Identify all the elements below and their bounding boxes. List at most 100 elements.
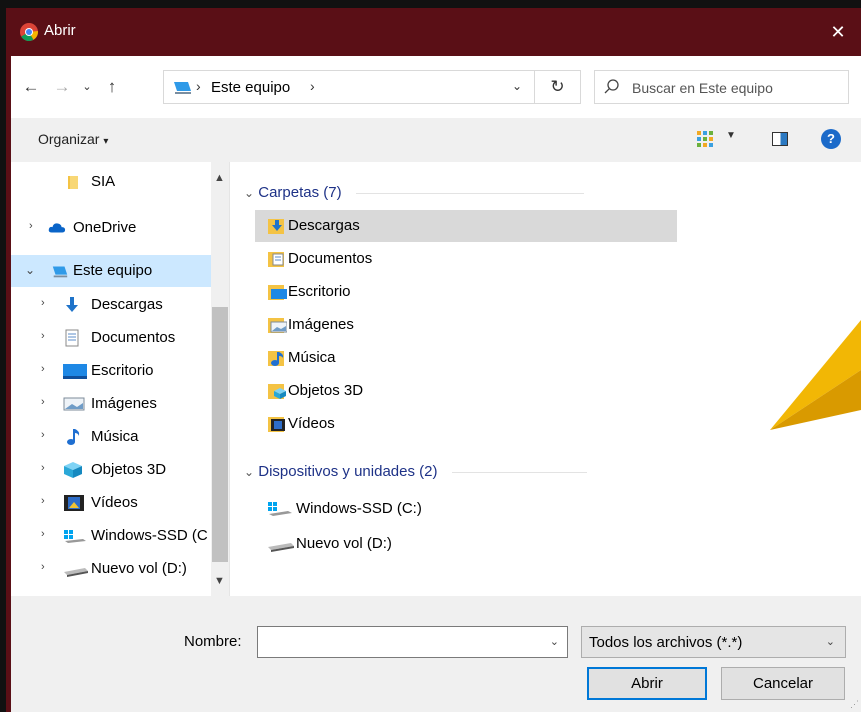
chevron-right-icon[interactable]: › — [41, 495, 45, 507]
chevron-down-icon[interactable]: ⌄ — [550, 635, 559, 648]
music-folder-icon — [268, 351, 284, 366]
sidebar-item-label: Objetos 3D — [91, 461, 167, 478]
sidebar-item-descargas[interactable]: › Descargas — [11, 289, 211, 321]
folder-item-musica[interactable]: Música — [255, 342, 677, 374]
sidebar-item-onedrive[interactable]: › OneDrive — [11, 212, 211, 244]
back-arrow-icon[interactable]: ← — [18, 74, 44, 100]
help-icon[interactable]: ? — [821, 129, 841, 149]
search-icon — [604, 79, 619, 94]
sidebar-item-label: Escritorio — [91, 362, 154, 379]
recent-locations-chevron-icon[interactable]: ⌄ — [74, 74, 100, 100]
desktop-icon — [63, 364, 87, 379]
filename-combobox[interactable]: ⌄ — [257, 626, 568, 658]
pictures-folder-icon — [268, 318, 287, 333]
computer-icon — [174, 82, 191, 94]
navigation-scrollbar[interactable]: ▲ ▼ — [211, 162, 229, 596]
chevron-right-icon[interactable]: › — [41, 396, 45, 408]
preview-pane-icon[interactable] — [772, 132, 788, 146]
navigation-bar: ← → ⌄ ↑ › Este equipo › ⌄ ↻ — [6, 56, 861, 118]
chevron-right-icon[interactable]: › — [29, 220, 33, 232]
windows-drive-icon — [64, 530, 86, 543]
scroll-up-icon[interactable]: ▲ — [214, 172, 225, 184]
dialog-footer: Nombre: ⌄ Todos los archivos (*.*) ⌄ Abr… — [11, 596, 861, 712]
sidebar-item-windows-ssd[interactable]: › Windows-SSD (C — [11, 520, 211, 552]
close-icon[interactable]: ✕ — [825, 19, 851, 45]
videos-folder-icon — [268, 417, 285, 432]
drive-item-nuevo-vol[interactable]: Nuevo vol (D:) — [255, 528, 677, 560]
filetype-value: Todos los archivos (*.*) — [589, 634, 743, 651]
desktop-folder-icon — [268, 285, 287, 300]
group-divider — [451, 471, 587, 473]
scroll-down-icon[interactable]: ▼ — [214, 575, 225, 587]
sidebar-item-musica[interactable]: › Música — [11, 421, 211, 453]
sidebar-item-label: Este equipo — [73, 262, 153, 279]
cancel-button[interactable]: Cancelar — [721, 667, 845, 700]
sidebar-item-label: Imágenes — [91, 395, 157, 412]
music-icon — [67, 429, 80, 445]
open-button[interactable]: Abrir — [587, 667, 707, 700]
organize-menu-button[interactable]: Organizar ▾ — [38, 131, 108, 147]
sidebar-item-this-pc[interactable]: ⌄ Este equipo — [11, 255, 211, 287]
search-input[interactable] — [630, 77, 844, 99]
chevron-right-icon[interactable]: › — [41, 297, 45, 309]
folder-item-descargas[interactable]: Descargas — [255, 210, 677, 242]
sidebar-item-objetos-3d[interactable]: › Objetos 3D — [11, 454, 211, 486]
sidebar-item-nuevo-vol[interactable]: › Nuevo vol (D:) — [11, 553, 211, 585]
folder-item-label: Descargas — [288, 217, 360, 234]
folder-item-label: Documentos — [288, 250, 373, 267]
folder-item-imagenes[interactable]: Imágenes — [255, 309, 677, 341]
group-header-label: Carpetas (7) — [258, 184, 342, 201]
folder-item-objetos-3d[interactable]: Objetos 3D — [255, 375, 677, 407]
chevron-right-icon[interactable]: › — [41, 363, 45, 375]
resize-grip-icon[interactable]: ⋰ — [850, 699, 859, 710]
refresh-button[interactable]: ↻ — [535, 70, 581, 104]
dropdown-arrow-icon: ▾ — [103, 136, 109, 147]
filename-label: Nombre: — [184, 633, 242, 650]
view-dropdown-icon[interactable]: ▼ — [726, 130, 736, 141]
group-header-folders[interactable]: ⌄ Carpetas (7) — [244, 184, 584, 206]
computer-icon — [52, 266, 68, 278]
group-divider — [355, 192, 584, 194]
chevron-right-icon[interactable]: › — [41, 330, 45, 342]
sidebar-item-documentos[interactable]: › Documentos — [11, 322, 211, 354]
chrome-logo-icon — [20, 23, 38, 41]
folder-item-escritorio[interactable]: Escritorio — [255, 276, 677, 308]
sidebar-item-label: Vídeos — [91, 494, 138, 511]
drive-item-windows-ssd[interactable]: Windows-SSD (C:) — [255, 493, 677, 525]
group-header-devices[interactable]: ⌄ Dispositivos y unidades (2) — [244, 463, 587, 485]
breadcrumb-separator-icon: › — [310, 78, 315, 94]
folder-item-documentos[interactable]: Documentos — [255, 243, 677, 275]
navigation-pane: SIA › OneDrive ⌄ Este equipo › Descargas… — [11, 162, 229, 596]
up-arrow-icon[interactable]: ↑ — [99, 74, 125, 100]
sidebar-item-label: SIA — [91, 173, 116, 190]
filetype-select[interactable]: Todos los archivos (*.*) ⌄ — [581, 626, 846, 658]
sidebar-item-escritorio[interactable]: › Escritorio — [11, 355, 211, 387]
sidebar-item-videos[interactable]: › Vídeos — [11, 487, 211, 519]
sidebar-item-label: Nuevo vol (D:) — [91, 560, 187, 577]
filename-input[interactable] — [262, 632, 536, 654]
sidebar-item-label: Música — [91, 428, 139, 445]
view-options-icon[interactable] — [696, 130, 714, 148]
folder-icon — [68, 176, 78, 189]
chevron-down-icon[interactable]: ⌄ — [25, 263, 35, 277]
window-title: Abrir — [44, 22, 76, 39]
address-location[interactable]: Este equipo — [211, 79, 290, 96]
folder-item-videos[interactable]: Vídeos — [255, 408, 677, 440]
chevron-right-icon[interactable]: › — [41, 462, 45, 474]
chevron-right-icon[interactable]: › — [41, 561, 45, 573]
window-edge — [6, 56, 11, 712]
open-dialog: Abrir ✕ ← → ⌄ ↑ › Este equipo › ⌄ ↻ O — [6, 8, 861, 712]
chevron-right-icon[interactable]: › — [41, 528, 45, 540]
chevron-down-icon[interactable]: ⌄ — [512, 79, 522, 93]
download-folder-icon — [268, 219, 284, 234]
forward-arrow-icon[interactable]: → — [49, 74, 75, 100]
chevron-down-icon: ⌄ — [825, 636, 835, 648]
sidebar-item-sia[interactable]: SIA — [11, 166, 211, 198]
refresh-icon: ↻ — [550, 77, 565, 96]
scrollbar-thumb[interactable] — [212, 307, 228, 562]
address-bar[interactable]: › Este equipo › ⌄ — [163, 70, 535, 104]
sidebar-item-imagenes[interactable]: › Imágenes — [11, 388, 211, 420]
search-box[interactable] — [594, 70, 849, 104]
chevron-right-icon[interactable]: › — [41, 429, 45, 441]
folder-item-label: Vídeos — [288, 415, 335, 432]
